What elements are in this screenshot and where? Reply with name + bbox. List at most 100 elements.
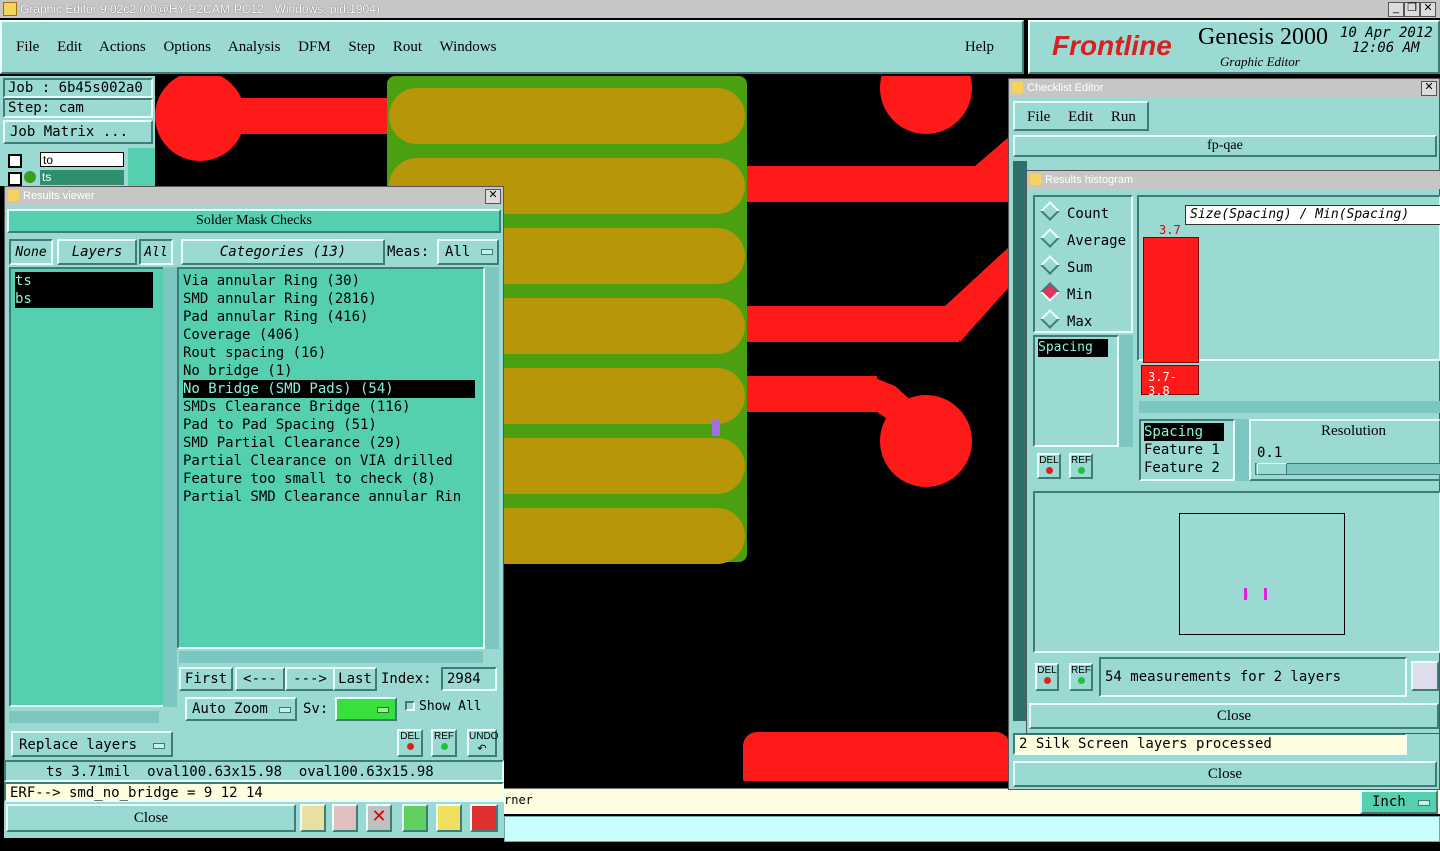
list-item[interactable]: Rout spacing (16) xyxy=(183,344,483,362)
menu-edit[interactable]: Edit xyxy=(57,39,82,55)
del-button[interactable]: DEL xyxy=(397,729,423,757)
menu-dfm[interactable]: DFM xyxy=(298,39,331,55)
list-item[interactable]: Partial Clearance on VIA drilled xyxy=(183,452,483,470)
prev-button[interactable]: <--- xyxy=(235,667,285,691)
checklist-menu-file[interactable]: File xyxy=(1027,109,1050,125)
layer-row-ts[interactable]: ts xyxy=(6,170,126,186)
list-item[interactable]: No Bridge (SMD Pads) (54) xyxy=(183,380,475,398)
preview-ref-button[interactable]: REF xyxy=(1069,663,1093,691)
auto-zoom-dropdown[interactable]: Auto Zoom xyxy=(185,697,297,721)
option-average[interactable]: Average xyxy=(1040,228,1131,255)
slider-handle[interactable] xyxy=(1257,463,1287,475)
list-item[interactable]: Partial SMD Clearance annular Rin xyxy=(183,488,483,506)
list-item[interactable]: bs xyxy=(15,290,153,308)
window-titlebar: Graphic Editor 9.02c2 (00@HY-P2CAM-PC12 … xyxy=(0,0,1440,18)
radio-icon xyxy=(1040,282,1060,302)
preview-del-button[interactable]: DEL xyxy=(1035,663,1059,691)
histogram-field-scrollbar[interactable] xyxy=(1119,335,1133,447)
close-icon[interactable]: ✕ xyxy=(1420,2,1436,17)
menu-file[interactable]: File xyxy=(16,39,39,55)
index-input[interactable]: 2984 xyxy=(441,667,497,691)
frontline-logo: Frontline xyxy=(1052,30,1172,61)
fields-scrollbar[interactable] xyxy=(1235,419,1249,481)
menu-options[interactable]: Options xyxy=(163,39,211,55)
select-tool-icon[interactable] xyxy=(332,804,358,832)
restore-icon[interactable]: ❐ xyxy=(1404,2,1420,17)
option-sum[interactable]: Sum xyxy=(1040,255,1131,282)
checklist-menu-edit[interactable]: Edit xyxy=(1068,109,1093,125)
menu-windows[interactable]: Windows xyxy=(440,39,497,55)
layer-list-scrollbar[interactable] xyxy=(163,267,177,707)
menu-help[interactable]: Help xyxy=(965,39,994,56)
hist-del-button[interactable]: DEL xyxy=(1037,453,1061,479)
histogram-tool-icon[interactable] xyxy=(470,804,498,832)
layer-list[interactable]: ts bs xyxy=(9,267,165,707)
list-item[interactable]: Feature too small to check (8) xyxy=(183,470,483,488)
checklist-close-button[interactable]: Close xyxy=(1013,761,1437,787)
show-all-checkbox[interactable] xyxy=(405,701,415,711)
checklist-menu-run[interactable]: Run xyxy=(1111,109,1136,125)
field-feature1[interactable]: Feature 1 xyxy=(1144,441,1233,459)
layer-list-hscroll[interactable] xyxy=(9,711,159,723)
list-item[interactable]: Pad annular Ring (416) xyxy=(183,308,483,326)
list-item[interactable]: Pad to Pad Spacing (51) xyxy=(183,416,483,434)
close-button[interactable]: Close xyxy=(6,804,296,832)
layer-checkbox[interactable] xyxy=(8,172,22,186)
all-button[interactable]: All xyxy=(139,239,173,265)
first-button[interactable]: First xyxy=(179,667,233,691)
histogram-hscroll[interactable] xyxy=(1139,401,1440,413)
option-max[interactable]: Max xyxy=(1040,309,1131,336)
list-item[interactable]: SMD Partial Clearance (29) xyxy=(183,434,483,452)
chart-tool-icon[interactable] xyxy=(300,804,326,832)
preview-panel[interactable] xyxy=(1033,491,1440,653)
menu-analysis[interactable]: Analysis xyxy=(228,39,281,55)
categories-hscroll[interactable] xyxy=(179,651,483,663)
list-item[interactable]: Coverage (406) xyxy=(183,326,483,344)
job-matrix-button[interactable]: Job Matrix ... xyxy=(3,120,153,144)
categories-list[interactable]: Via annular Ring (30) SMD annular Ring (2… xyxy=(177,267,485,649)
next-button[interactable]: ---> xyxy=(285,667,335,691)
list-item[interactable]: SMDs Clearance Bridge (116) xyxy=(183,398,483,416)
last-button[interactable]: Last xyxy=(333,667,377,691)
layer-checkbox[interactable] xyxy=(8,154,22,168)
zoom-fit-icon[interactable] xyxy=(1411,661,1439,691)
field-spacing[interactable]: Spacing xyxy=(1144,423,1224,441)
list-item[interactable]: Via annular Ring (30) xyxy=(183,272,483,290)
resolution-label: Resolution xyxy=(1321,423,1387,439)
meas-dropdown[interactable]: All xyxy=(437,239,499,265)
list-item[interactable]: No bridge (1) xyxy=(183,362,483,380)
list-item[interactable]: Spacing xyxy=(1038,339,1108,357)
menu-step[interactable]: Step xyxy=(348,39,375,55)
minimize-icon[interactable]: _ xyxy=(1388,2,1404,17)
none-button[interactable]: None xyxy=(9,239,53,265)
list-item[interactable]: ts xyxy=(15,272,153,290)
meas-value: All xyxy=(445,244,471,260)
sv-color-dropdown[interactable] xyxy=(335,697,397,721)
ref-button[interactable]: REF xyxy=(431,729,457,757)
menu-rout[interactable]: Rout xyxy=(393,39,422,55)
field-feature2[interactable]: Feature 2 xyxy=(1144,459,1233,477)
histogram-bar[interactable] xyxy=(1143,237,1199,363)
notes-tool-icon[interactable] xyxy=(436,804,462,832)
hist-ref-button[interactable]: REF xyxy=(1069,453,1093,479)
number-tool-icon[interactable] xyxy=(402,804,428,832)
close-icon[interactable]: ✕ xyxy=(1421,81,1437,96)
histogram-field-list[interactable]: Spacing xyxy=(1033,335,1119,447)
categories-button[interactable]: Categories (13) xyxy=(181,239,385,265)
replace-layers-dropdown[interactable]: Replace layers xyxy=(11,731,173,757)
ref-clear-icon[interactable]: ✕ xyxy=(366,804,392,832)
close-icon[interactable]: ✕ xyxy=(485,189,501,204)
menu-actions[interactable]: Actions xyxy=(99,39,146,55)
bottom-input-bar[interactable] xyxy=(504,816,1440,842)
categories-scrollbar[interactable] xyxy=(485,267,499,649)
histogram-close-button[interactable]: Close xyxy=(1029,703,1439,729)
option-count[interactable]: Count xyxy=(1040,201,1131,228)
chart-label: Size(Spacing) / Min(Spacing) xyxy=(1185,205,1440,225)
option-min[interactable]: Min xyxy=(1040,282,1131,309)
histogram-chart[interactable]: Size(Spacing) / Min(Spacing) 3.7 xyxy=(1137,195,1440,363)
layers-button[interactable]: Layers xyxy=(57,239,137,265)
list-item[interactable]: SMD annular Ring (2816) xyxy=(183,290,483,308)
undo-button[interactable]: UNDO ↶ xyxy=(467,729,498,757)
layer-row-to[interactable]: to xyxy=(6,152,126,168)
unit-dropdown[interactable]: Inch xyxy=(1360,790,1438,814)
